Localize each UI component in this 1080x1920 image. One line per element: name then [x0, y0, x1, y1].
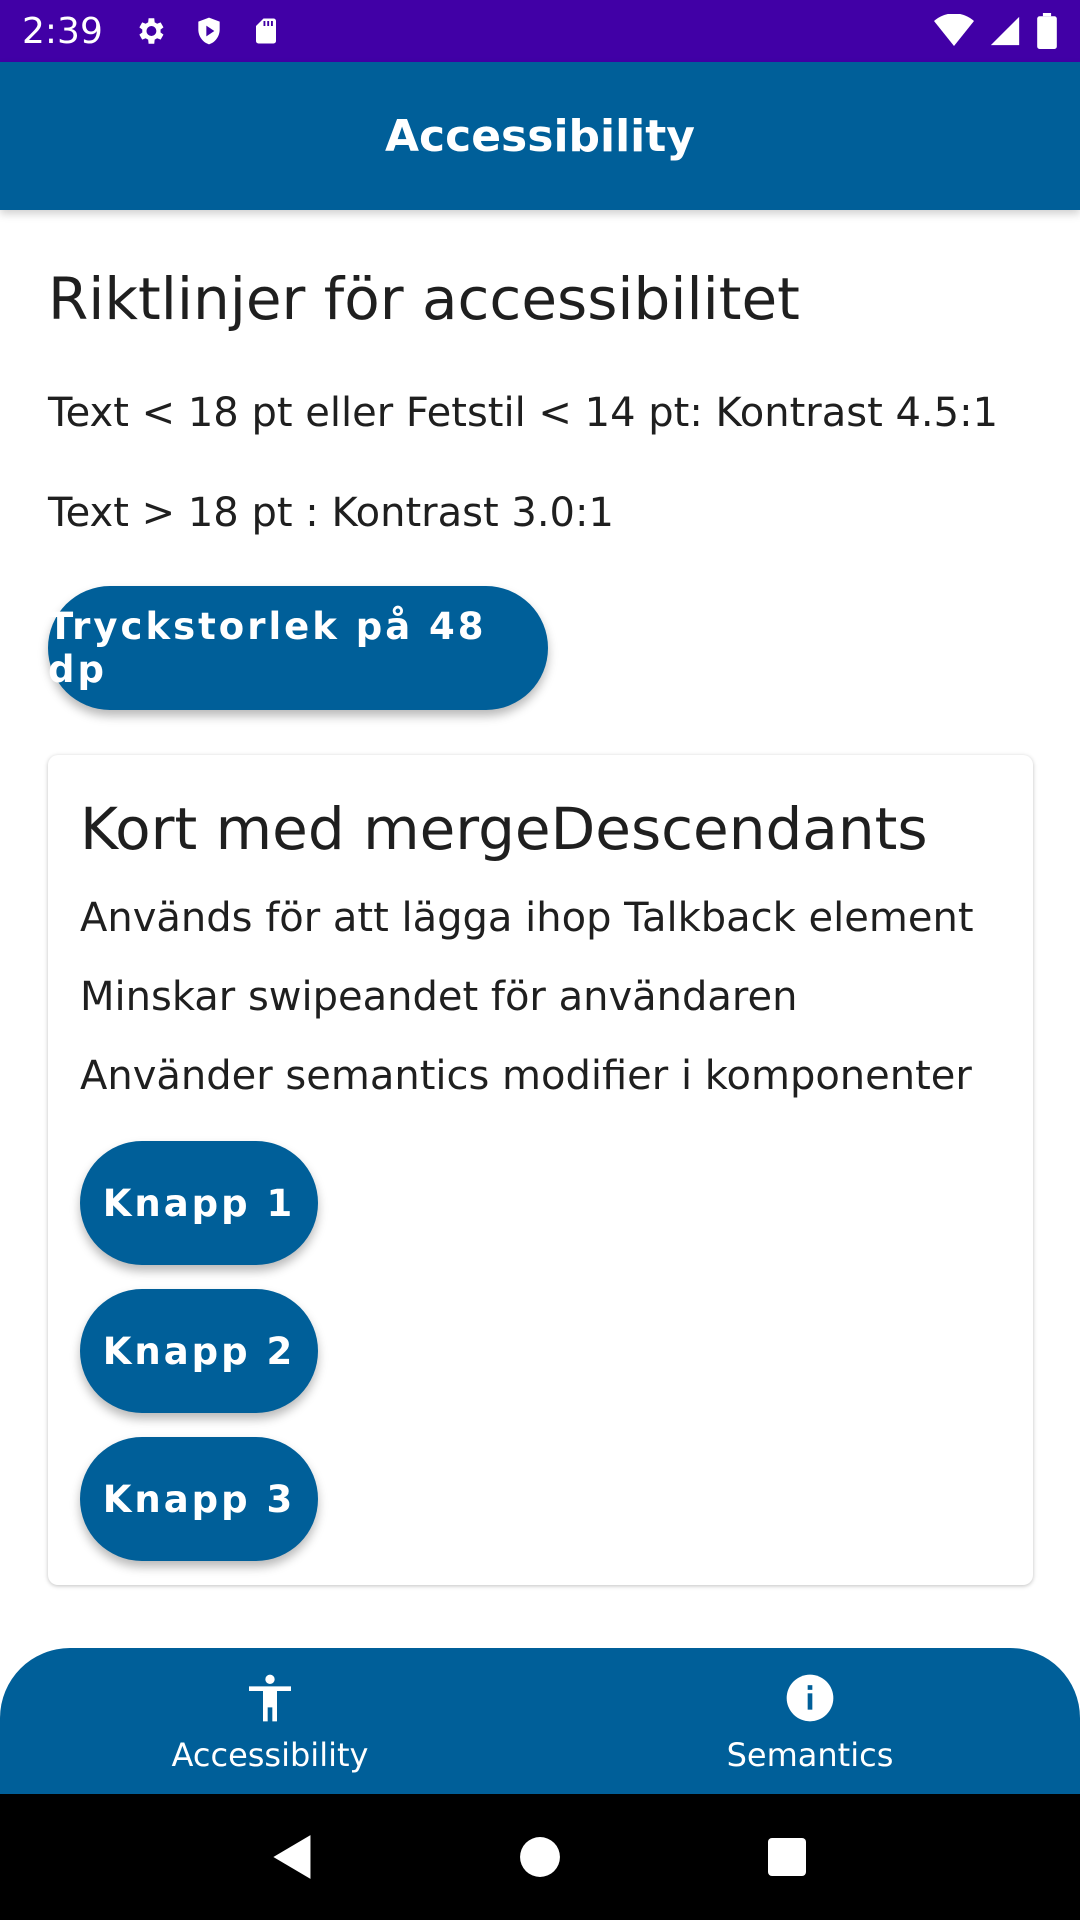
- contrast-rule-large-text: Text > 18 pt : Kontrast 3.0:1: [48, 490, 614, 536]
- status-time: 2:39: [22, 10, 103, 52]
- page-heading: Riktlinjer för accessibilitet: [48, 265, 800, 333]
- knapp-3-button[interactable]: Knapp 3: [80, 1437, 318, 1561]
- recents-icon[interactable]: [747, 1817, 827, 1897]
- back-icon[interactable]: [253, 1817, 333, 1897]
- status-icons-left: [133, 14, 281, 48]
- accessibility-icon: [242, 1670, 298, 1730]
- merge-descendants-card: Kort med mergeDescendants Används för at…: [48, 755, 1033, 1585]
- nav-label-semantics: Semantics: [726, 1736, 894, 1774]
- knapp-1-label: Knapp 1: [102, 1181, 296, 1225]
- knapp-2-button[interactable]: Knapp 2: [80, 1289, 318, 1413]
- wifi-icon: [934, 14, 974, 48]
- contrast-rule-small-text: Text < 18 pt eller Fetstil < 14 pt: Kont…: [48, 390, 999, 436]
- card-line-semantics: Använder semantics modifier i komponente…: [80, 1053, 972, 1099]
- signal-icon: [988, 14, 1022, 48]
- nav-item-accessibility[interactable]: Accessibility: [0, 1648, 540, 1794]
- settings-icon: [133, 14, 167, 48]
- card-line-swipe: Minskar swipeandet för användaren: [80, 974, 798, 1020]
- card-title: Kort med mergeDescendants: [80, 795, 928, 863]
- touch-size-button-label: Tryckstorlek på 48 dp: [48, 605, 487, 691]
- app-bar: Accessibility: [0, 62, 1080, 210]
- card-line-talkback: Används för att lägga ihop Talkback elem…: [80, 895, 974, 941]
- sd-card-icon: [251, 14, 281, 48]
- nav-label-accessibility: Accessibility: [171, 1736, 369, 1774]
- status-bar: 2:39: [0, 0, 1080, 62]
- info-icon: [782, 1670, 838, 1730]
- touch-size-button[interactable]: Tryckstorlek på 48 dp: [48, 586, 548, 710]
- bottom-navigation: Accessibility Semantics: [0, 1648, 1080, 1794]
- knapp-2-label: Knapp 2: [102, 1329, 296, 1373]
- knapp-3-label: Knapp 3: [102, 1477, 296, 1521]
- app-bar-title: Accessibility: [385, 110, 695, 162]
- status-icons-right: [934, 13, 1058, 49]
- battery-icon: [1036, 13, 1058, 49]
- system-navigation-bar: [0, 1794, 1080, 1920]
- shield-play-icon: [193, 14, 225, 48]
- home-icon[interactable]: [500, 1817, 580, 1897]
- knapp-1-button[interactable]: Knapp 1: [80, 1141, 318, 1265]
- nav-item-semantics[interactable]: Semantics: [540, 1648, 1080, 1794]
